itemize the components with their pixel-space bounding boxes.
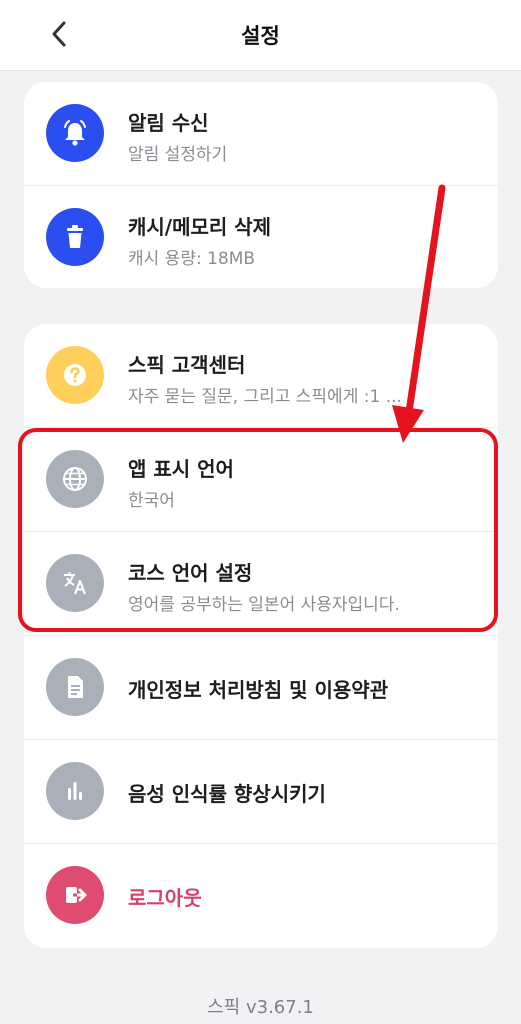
app-version: 스픽 v3.67.1 [207,997,314,1018]
annotation-arrow-icon [392,184,446,443]
